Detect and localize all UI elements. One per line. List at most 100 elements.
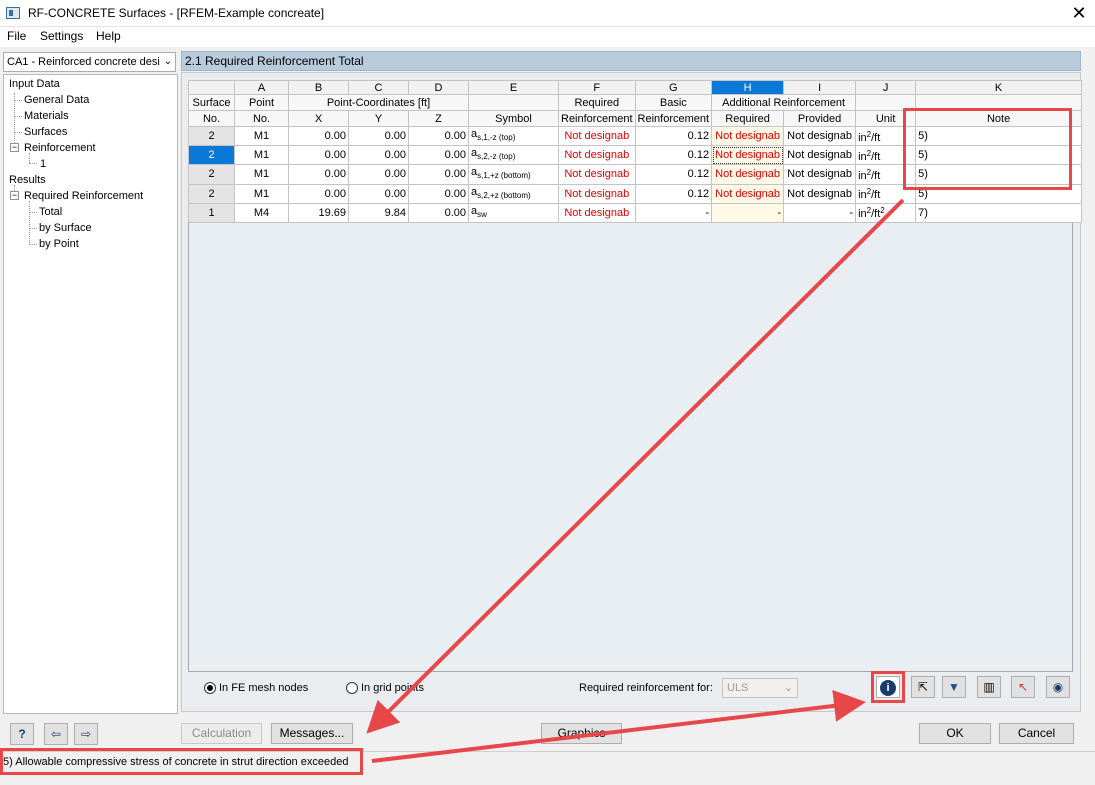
menu-file[interactable]: File: [7, 29, 26, 43]
cell-x[interactable]: 19.69: [288, 202, 349, 223]
tree-required-reinforcement[interactable]: Required Reinforcement: [24, 190, 143, 202]
collapse-icon[interactable]: −: [10, 191, 19, 200]
chart-button[interactable]: ▥: [977, 676, 1001, 698]
cell-point[interactable]: M1: [234, 125, 289, 147]
cell-y[interactable]: 0.00: [348, 145, 409, 166]
cell-x[interactable]: 0.00: [288, 183, 349, 204]
tree-general-data[interactable]: General Data: [24, 94, 89, 106]
close-icon[interactable]: ✕: [1066, 2, 1092, 24]
table-row[interactable]: 1 M4 19.69 9.84 0.00 asw Not designab - - - in2/ft…: [188, 202, 1083, 223]
col-letter[interactable]: E: [468, 80, 559, 95]
cell-unit[interactable]: in2/ft2: [855, 202, 917, 223]
col-letter[interactable]: J: [855, 80, 917, 95]
col-letter[interactable]: I: [783, 80, 857, 95]
col-letter[interactable]: C: [348, 80, 409, 95]
cell-basic[interactable]: 0.12: [634, 183, 713, 204]
cell-symbol[interactable]: as,2,-z (top): [468, 145, 559, 166]
cell-y[interactable]: 0.00: [348, 125, 409, 147]
row-surface-no[interactable]: 2: [188, 145, 235, 166]
cell-y[interactable]: 0.00: [348, 183, 409, 204]
view-button[interactable]: ◉: [1046, 676, 1070, 698]
cell-x[interactable]: 0.00: [288, 125, 349, 147]
row-surface-no[interactable]: 1: [188, 202, 235, 223]
cell-point[interactable]: M1: [234, 164, 289, 185]
cell-z[interactable]: 0.00: [408, 125, 469, 147]
messages-button[interactable]: Messages...: [271, 723, 353, 744]
filter-button[interactable]: ▼: [942, 676, 966, 698]
row-surface-no[interactable]: 2: [188, 183, 235, 204]
cell-basic[interactable]: 0.12: [634, 125, 713, 147]
tree-reinforcement-1[interactable]: 1: [40, 158, 46, 170]
grid-points-radio[interactable]: [346, 682, 358, 694]
col-letter[interactable]: G: [634, 80, 713, 95]
graphics-button[interactable]: Graphics: [541, 723, 622, 744]
cell-add-provided[interactable]: Not designab: [783, 183, 857, 204]
cell-add-required[interactable]: Not designab: [711, 125, 785, 147]
pointer-filter-button[interactable]: ⇱: [911, 676, 935, 698]
cell-add-required[interactable]: -: [711, 202, 785, 223]
tree-input-data[interactable]: Input Data: [9, 78, 60, 90]
cell-z[interactable]: 0.00: [408, 202, 469, 223]
cell-symbol[interactable]: as,2,+z (bottom): [468, 183, 559, 204]
export-button[interactable]: ⇨: [74, 723, 98, 745]
tree-by-surface[interactable]: by Surface: [39, 222, 92, 234]
cell-add-provided[interactable]: Not designab: [783, 164, 857, 185]
annotation-status-box: [0, 748, 363, 775]
cell-note[interactable]: 7): [915, 202, 1083, 223]
cell-required[interactable]: Not designab: [558, 183, 636, 204]
cell-required[interactable]: Not designab: [558, 164, 636, 185]
row-surface-no[interactable]: 2: [188, 164, 235, 185]
collapse-icon[interactable]: −: [10, 143, 19, 152]
tree-surfaces[interactable]: Surfaces: [24, 126, 67, 138]
fe-mesh-radio[interactable]: [204, 682, 216, 694]
cell-z[interactable]: 0.00: [408, 145, 469, 166]
cell-point[interactable]: M1: [234, 145, 289, 166]
col-letter[interactable]: B: [288, 80, 349, 95]
cell-point[interactable]: M1: [234, 183, 289, 204]
select-button[interactable]: ↖: [1011, 676, 1035, 698]
cancel-button[interactable]: Cancel: [999, 723, 1074, 744]
col-letter[interactable]: K: [915, 80, 1083, 95]
cell-add-required[interactable]: Not designab: [711, 183, 785, 204]
col-letter[interactable]: A: [234, 80, 289, 95]
case-select[interactable]: CA1 - Reinforced concrete desi: [3, 52, 176, 72]
required-for-select[interactable]: ULS ⌄: [722, 678, 798, 698]
col-letter[interactable]: F: [558, 80, 636, 95]
cell-y[interactable]: 0.00: [348, 164, 409, 185]
cell-add-provided[interactable]: Not designab: [783, 145, 857, 166]
cell-add-required[interactable]: Not designab: [711, 145, 785, 166]
menu-help[interactable]: Help: [96, 29, 121, 43]
tree-total[interactable]: Total: [39, 206, 62, 218]
cell-required[interactable]: Not designab: [558, 145, 636, 166]
cell-required[interactable]: Not designab: [558, 202, 636, 223]
ok-button[interactable]: OK: [919, 723, 991, 744]
cell-required[interactable]: Not designab: [558, 125, 636, 147]
cell-x[interactable]: 0.00: [288, 164, 349, 185]
col-letter[interactable]: D: [408, 80, 469, 95]
cell-symbol[interactable]: as,1,-z (top): [468, 125, 559, 147]
cell-basic[interactable]: -: [634, 202, 713, 223]
cell-add-provided[interactable]: -: [783, 202, 857, 223]
chevron-down-icon[interactable]: ⌄: [160, 52, 176, 72]
import-button[interactable]: ⇦: [44, 723, 68, 745]
cell-symbol[interactable]: asw: [468, 202, 559, 223]
cell-z[interactable]: 0.00: [408, 183, 469, 204]
cell-z[interactable]: 0.00: [408, 164, 469, 185]
cell-y[interactable]: 9.84: [348, 202, 409, 223]
cell-add-provided[interactable]: Not designab: [783, 125, 857, 147]
cell-add-required[interactable]: Not designab: [711, 164, 785, 185]
tree-reinforcement[interactable]: Reinforcement: [24, 142, 96, 154]
calculation-button[interactable]: Calculation: [181, 723, 262, 744]
tree-results[interactable]: Results: [9, 174, 46, 186]
cell-point[interactable]: M4: [234, 202, 289, 223]
col-letter-selected[interactable]: H: [711, 80, 785, 95]
cell-symbol[interactable]: as,1,+z (bottom): [468, 164, 559, 185]
cell-basic[interactable]: 0.12: [634, 145, 713, 166]
tree-by-point[interactable]: by Point: [39, 238, 79, 250]
cell-x[interactable]: 0.00: [288, 145, 349, 166]
row-surface-no[interactable]: 2: [188, 125, 235, 147]
tree-materials[interactable]: Materials: [24, 110, 69, 122]
cell-basic[interactable]: 0.12: [634, 164, 713, 185]
help-button[interactable]: ?: [10, 723, 34, 745]
menu-settings[interactable]: Settings: [40, 29, 83, 43]
